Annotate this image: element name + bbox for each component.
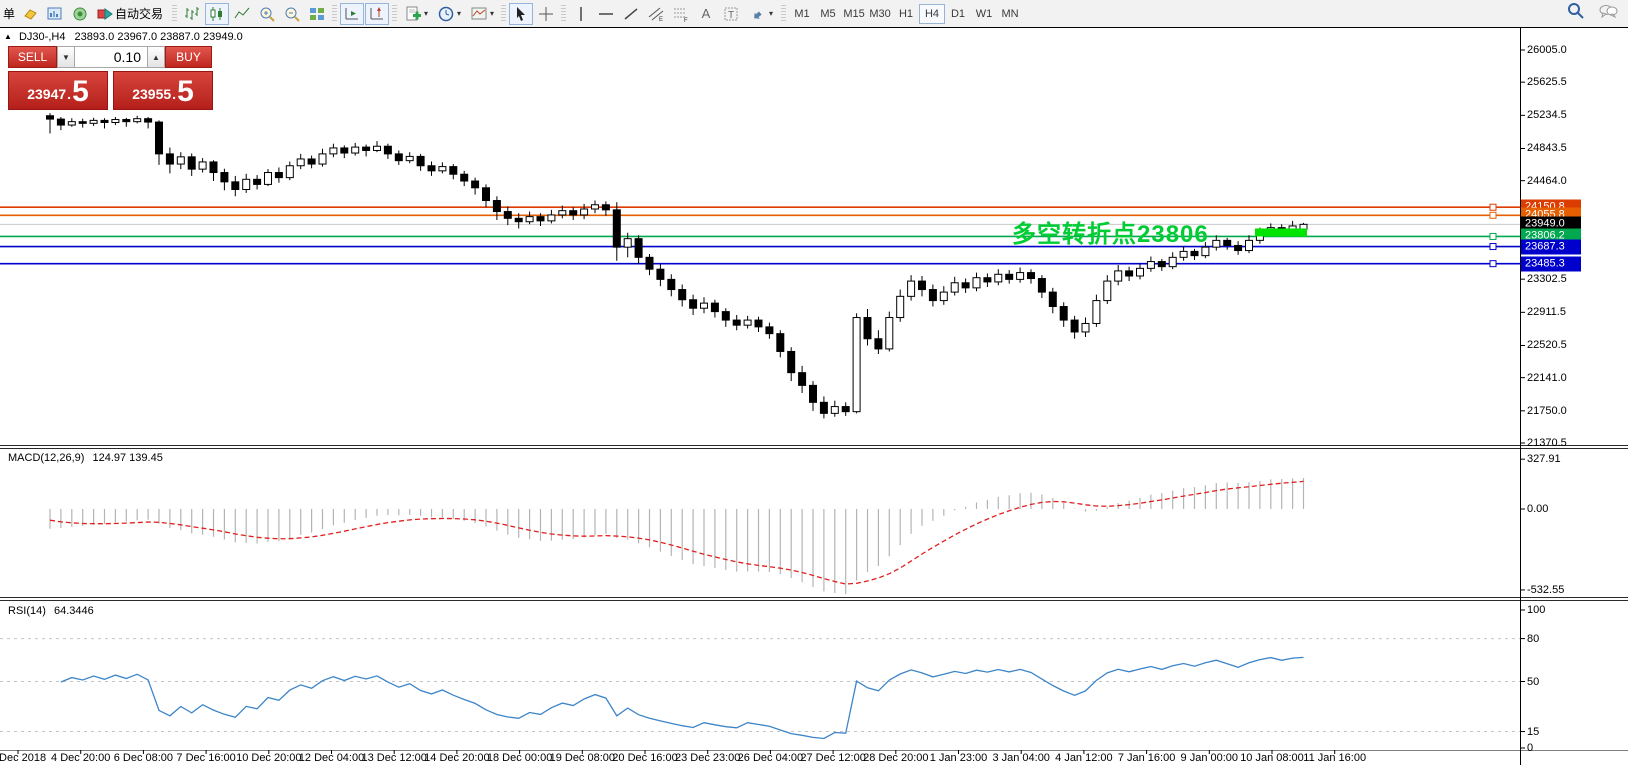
buy-button[interactable]: BUY — [165, 46, 212, 68]
time-axis-label: 19 Dec 08:00 — [550, 752, 615, 764]
macd-axis-label: -532.55 — [1527, 584, 1564, 596]
time-axis-label: 3 Jan 04:00 — [992, 752, 1050, 764]
macd-axis-label: 0.00 — [1527, 503, 1548, 515]
symbol-period-label: DJ30-,H4 — [19, 31, 65, 43]
time-axis-label: 10 Dec 20:00 — [236, 752, 301, 764]
price-axis-label: 25234.5 — [1527, 109, 1567, 121]
time-axis-label: 9 Jan 00:00 — [1181, 752, 1239, 764]
price-axis-label: 23302.5 — [1527, 273, 1567, 285]
volume-input[interactable]: 0.10 — [75, 46, 147, 68]
time-axis-label: 4 Jan 12:00 — [1055, 752, 1113, 764]
chart-canvas[interactable] — [0, 0, 1628, 771]
time-axis-label: 11 Jan 16:00 — [1303, 752, 1366, 764]
sell-price-box[interactable]: 23947.5 — [8, 71, 108, 110]
ohlc-values: 23893.0 23967.0 23887.0 23949.0 — [75, 31, 243, 43]
volume-down-button[interactable]: ▼ — [57, 46, 75, 68]
price-axis-label: 24843.5 — [1527, 142, 1567, 154]
price-axis-label: 21750.0 — [1527, 405, 1567, 417]
chart-title: ▲ DJ30-,H4 23893.0 23967.0 23887.0 23949… — [4, 31, 243, 43]
sell-button[interactable]: SELL — [8, 46, 57, 68]
one-click-trading-panel: SELL ▼ 0.10 ▲ BUY 23947.5 23955.5 — [8, 46, 214, 110]
price-axis-label: 25625.5 — [1527, 76, 1567, 88]
rsi-axis-label: 0 — [1527, 742, 1533, 754]
time-axis-label: 13 Dec 12:00 — [361, 752, 426, 764]
annotation-text[interactable]: 多空转折点23806 — [1012, 214, 1209, 249]
price-axis-label: 26005.0 — [1527, 44, 1567, 56]
time-axis-label: 6 Dec 08:00 — [114, 752, 173, 764]
rsi-axis-label: 50 — [1527, 676, 1539, 688]
price-axis-label: 22520.5 — [1527, 339, 1567, 351]
sell-price: 23947 — [27, 84, 66, 104]
time-axis-label: 23 Dec 23:00 — [675, 752, 740, 764]
mt4-window: 单 自动交易 ▾ — [0, 0, 1628, 771]
time-axis-label: 12 Dec 04:00 — [299, 752, 364, 764]
collapse-one-click-arrow[interactable]: ▲ — [4, 32, 12, 41]
time-axis-label: 7 Dec 16:00 — [176, 752, 235, 764]
price-axis-label: 22911.5 — [1527, 306, 1566, 318]
time-axis-label: 1 Jan 23:00 — [930, 752, 988, 764]
time-axis-label: 7 Jan 16:00 — [1118, 752, 1176, 764]
macd-label: MACD(12,26,9) 124.97 139.45 — [8, 452, 163, 464]
rsi-axis-label: 100 — [1527, 604, 1545, 616]
time-axis-label: 28 Dec 20:00 — [863, 752, 928, 764]
price-axis-label: 22141.0 — [1527, 372, 1567, 384]
time-axis-label: 10 Jan 08:00 — [1240, 752, 1304, 764]
price-axis-label: 24464.0 — [1527, 175, 1567, 187]
buy-price-box[interactable]: 23955.5 — [113, 71, 213, 110]
volume-up-button[interactable]: ▲ — [147, 46, 165, 68]
time-axis-label: 27 Dec 12:00 — [800, 752, 865, 764]
rsi-axis-label: 80 — [1527, 633, 1539, 645]
time-axis-label: 3 Dec 2018 — [0, 752, 46, 764]
price-tag: 23485.3 — [1521, 256, 1581, 271]
rsi-label: RSI(14) 64.3446 — [8, 605, 94, 617]
macd-axis-label: 327.91 — [1527, 453, 1561, 465]
price-tag: 23687.3 — [1521, 239, 1581, 254]
time-axis-label: 14 Dec 20:00 — [424, 752, 489, 764]
time-axis-label: 26 Dec 04:00 — [738, 752, 803, 764]
buy-price: 23955 — [132, 84, 171, 104]
time-axis-label: 4 Dec 20:00 — [51, 752, 110, 764]
rsi-axis-label: 15 — [1527, 726, 1539, 738]
time-axis-label: 18 Dec 00:00 — [487, 752, 552, 764]
time-axis-label: 20 Dec 16:00 — [612, 752, 677, 764]
price-axis-label: 21370.5 — [1527, 437, 1567, 449]
